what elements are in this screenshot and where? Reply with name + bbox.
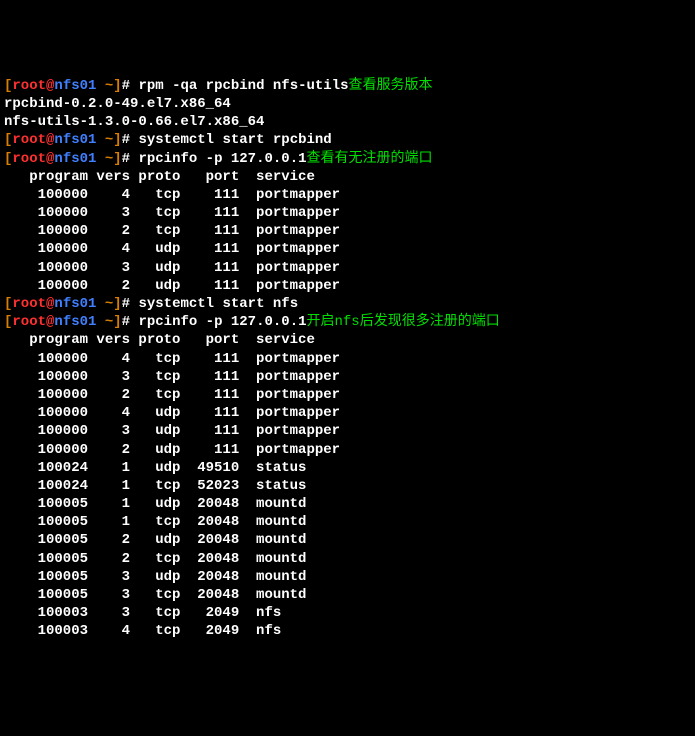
command-text[interactable]: rpcinfo -p 127.0.0.1 — [138, 314, 306, 330]
prompt-cwd: ~ — [96, 296, 113, 312]
output-text: 100000 2 udp 111 portmapper — [4, 442, 340, 458]
output-text: 100000 3 udp 111 portmapper — [4, 423, 340, 439]
output-text: 100000 3 tcp 111 portmapper — [4, 369, 340, 385]
output-line: 100005 1 tcp 20048 mountd — [4, 513, 691, 531]
output-line: 100000 2 udp 111 portmapper — [4, 277, 691, 295]
command-text[interactable]: systemctl start rpcbind — [138, 132, 331, 148]
output-text: 100000 4 udp 111 portmapper — [4, 241, 340, 257]
output-line: 100000 3 udp 111 portmapper — [4, 422, 691, 440]
output-text: 100024 1 udp 49510 status — [4, 460, 306, 476]
prompt-host: nfs01 — [54, 296, 96, 312]
prompt-rbracket: ] — [113, 132, 121, 148]
prompt-host: nfs01 — [54, 78, 96, 94]
output-line: rpcbind-0.2.0-49.el7.x86_64 — [4, 95, 691, 113]
output-text: 100024 1 tcp 52023 status — [4, 478, 306, 494]
output-line: nfs-utils-1.3.0-0.66.el7.x86_64 — [4, 113, 691, 131]
output-text: program vers proto port service — [4, 332, 315, 348]
command-text[interactable]: rpcinfo -p 127.0.0.1 — [138, 151, 306, 167]
output-text: 100003 4 tcp 2049 nfs — [4, 623, 281, 639]
output-line: 100005 3 tcp 20048 mountd — [4, 586, 691, 604]
terminal[interactable]: [root@nfs01 ~]# rpm -qa rpcbind nfs-util… — [4, 77, 691, 641]
command-line: [root@nfs01 ~]# systemctl start nfs — [4, 295, 691, 313]
prompt-host: nfs01 — [54, 314, 96, 330]
output-text: 100005 1 tcp 20048 mountd — [4, 514, 306, 530]
prompt-hash: # — [122, 132, 139, 148]
prompt-rbracket: ] — [113, 314, 121, 330]
output-text: 100005 1 udp 20048 mountd — [4, 496, 306, 512]
output-line: 100003 4 tcp 2049 nfs — [4, 622, 691, 640]
prompt-hash: # — [122, 314, 139, 330]
output-line: program vers proto port service — [4, 331, 691, 349]
output-line: 100000 2 tcp 111 portmapper — [4, 386, 691, 404]
output-line: 100000 4 udp 111 portmapper — [4, 404, 691, 422]
output-line: program vers proto port service — [4, 168, 691, 186]
output-text: nfs-utils-1.3.0-0.66.el7.x86_64 — [4, 114, 264, 130]
output-text: 100000 4 tcp 111 portmapper — [4, 351, 340, 367]
prompt-cwd: ~ — [96, 78, 113, 94]
output-text: 100000 4 tcp 111 portmapper — [4, 187, 340, 203]
output-text: 100000 3 udp 111 portmapper — [4, 260, 340, 276]
output-line: 100024 1 tcp 52023 status — [4, 477, 691, 495]
output-line: 100005 1 udp 20048 mountd — [4, 495, 691, 513]
output-text: 100000 2 udp 111 portmapper — [4, 278, 340, 294]
prompt-hash: # — [122, 151, 139, 167]
prompt-user: root — [12, 296, 46, 312]
prompt-hash: # — [122, 296, 139, 312]
output-line: 100005 2 udp 20048 mountd — [4, 531, 691, 549]
output-line: 100000 4 tcp 111 portmapper — [4, 186, 691, 204]
prompt-user: root — [12, 151, 46, 167]
output-text: 100000 2 tcp 111 portmapper — [4, 387, 340, 403]
prompt-cwd: ~ — [96, 132, 113, 148]
output-text: 100005 3 tcp 20048 mountd — [4, 587, 306, 603]
prompt-rbracket: ] — [113, 296, 121, 312]
prompt-rbracket: ] — [113, 151, 121, 167]
prompt-cwd: ~ — [96, 151, 113, 167]
prompt-host: nfs01 — [54, 132, 96, 148]
output-text: 100005 2 tcp 20048 mountd — [4, 551, 306, 567]
output-line: 100024 1 udp 49510 status — [4, 459, 691, 477]
command-line: [root@nfs01 ~]# systemctl start rpcbind — [4, 131, 691, 149]
annotation-text: 查看有无注册的端口 — [307, 151, 433, 167]
command-text[interactable]: rpm -qa rpcbind nfs-utils — [138, 78, 348, 94]
output-line: 100005 2 tcp 20048 mountd — [4, 550, 691, 568]
output-line: 100000 2 udp 111 portmapper — [4, 441, 691, 459]
output-line: 100000 2 tcp 111 portmapper — [4, 222, 691, 240]
output-text: rpcbind-0.2.0-49.el7.x86_64 — [4, 96, 231, 112]
output-text: 100000 3 tcp 111 portmapper — [4, 205, 340, 221]
output-text: program vers proto port service — [4, 169, 315, 185]
command-line: [root@nfs01 ~]# rpcinfo -p 127.0.0.1开启nf… — [4, 313, 691, 331]
prompt-user: root — [12, 132, 46, 148]
command-line: [root@nfs01 ~]# rpcinfo -p 127.0.0.1查看有无… — [4, 150, 691, 168]
output-line: 100000 3 tcp 111 portmapper — [4, 368, 691, 386]
command-text[interactable]: systemctl start nfs — [138, 296, 298, 312]
output-line: 100000 3 tcp 111 portmapper — [4, 204, 691, 222]
output-text: 100005 3 udp 20048 mountd — [4, 569, 306, 585]
output-line: 100003 3 tcp 2049 nfs — [4, 604, 691, 622]
annotation-text: 查看服务版本 — [349, 78, 433, 94]
annotation-text: 开启nfs后发现很多注册的端口 — [307, 314, 500, 330]
prompt-hash: # — [122, 78, 139, 94]
prompt-host: nfs01 — [54, 151, 96, 167]
output-line: 100000 3 udp 111 portmapper — [4, 259, 691, 277]
output-line: 100005 3 udp 20048 mountd — [4, 568, 691, 586]
output-line: 100000 4 tcp 111 portmapper — [4, 350, 691, 368]
output-text: 100003 3 tcp 2049 nfs — [4, 605, 281, 621]
prompt-user: root — [12, 314, 46, 330]
output-line: 100000 4 udp 111 portmapper — [4, 240, 691, 258]
prompt-user: root — [12, 78, 46, 94]
prompt-cwd: ~ — [96, 314, 113, 330]
output-text: 100000 2 tcp 111 portmapper — [4, 223, 340, 239]
command-line: [root@nfs01 ~]# rpm -qa rpcbind nfs-util… — [4, 77, 691, 95]
output-text: 100005 2 udp 20048 mountd — [4, 532, 306, 548]
prompt-rbracket: ] — [113, 78, 121, 94]
output-text: 100000 4 udp 111 portmapper — [4, 405, 340, 421]
